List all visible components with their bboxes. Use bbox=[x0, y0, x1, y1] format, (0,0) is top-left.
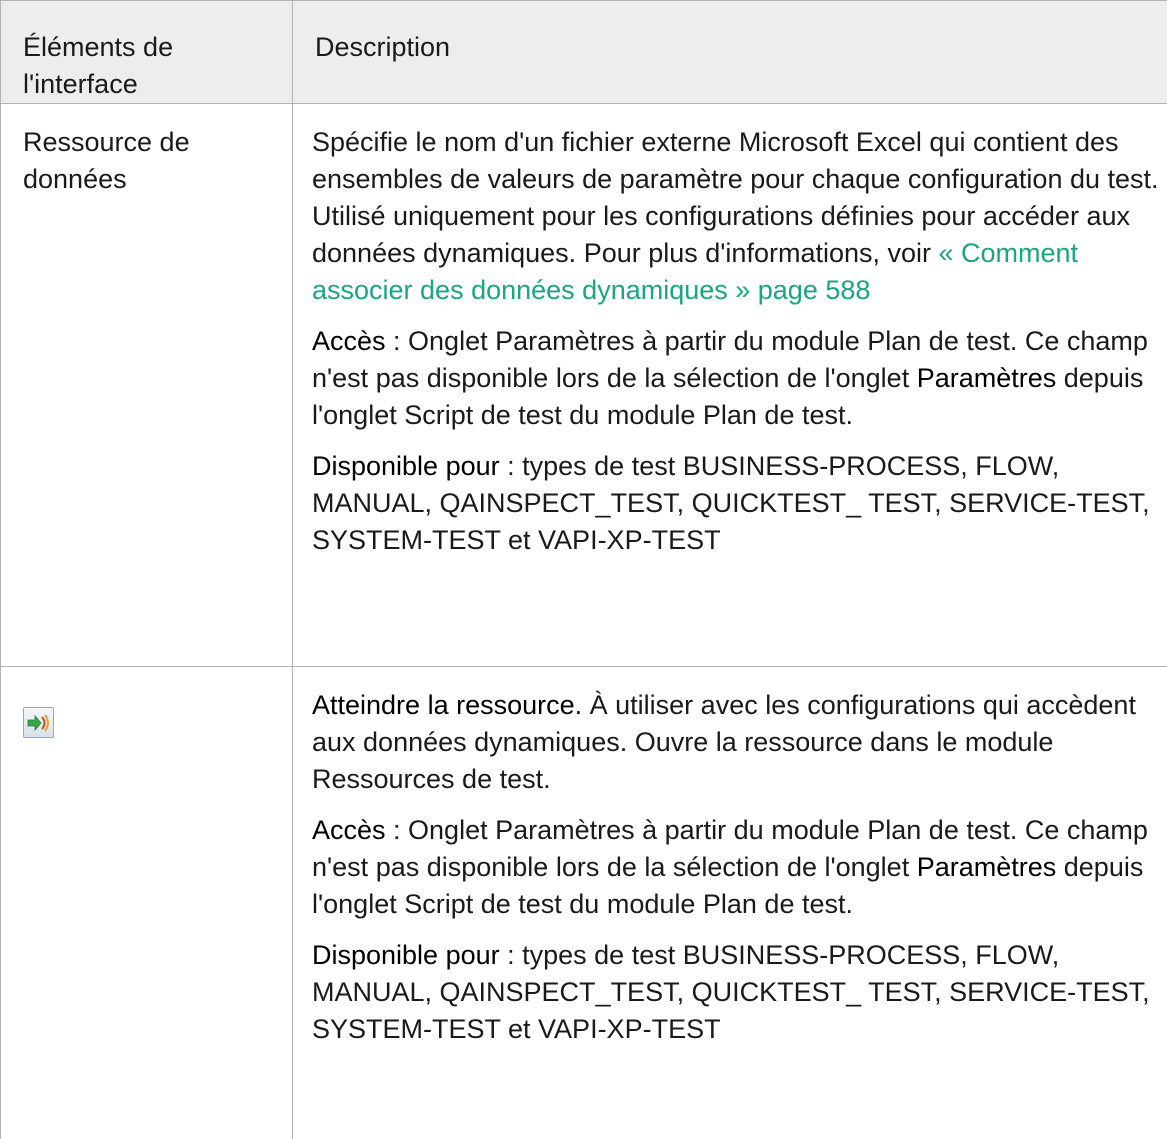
access-paragraph: Accès : Onglet Paramètres à partir du mo… bbox=[312, 812, 1159, 923]
element-name: Ressource de données bbox=[23, 127, 190, 194]
access-label: Accès bbox=[312, 815, 386, 845]
header-ui-elements: Éléments de l'interface bbox=[1, 1, 293, 104]
description-title: Atteindre la ressource. bbox=[312, 690, 582, 720]
go-to-resource-glyph bbox=[27, 712, 51, 734]
available-paragraph: Disponible pour : types de test BUSINESS… bbox=[312, 448, 1159, 559]
table-row: Atteindre la ressource. À utiliser avec … bbox=[1, 667, 1167, 1139]
access-paragraph: Accès : Onglet Paramètres à partir du mo… bbox=[312, 323, 1159, 434]
ui-elements-table: Éléments de l'interface Description Ress… bbox=[0, 0, 1167, 1139]
access-strong: Paramètres bbox=[917, 363, 1057, 393]
available-label: Disponible pour bbox=[312, 451, 500, 481]
description-intro: Atteindre la ressource. À utiliser avec … bbox=[312, 687, 1159, 798]
description-cell: Spécifie le nom d'un fichier externe Mic… bbox=[293, 104, 1167, 667]
element-icon-cell bbox=[1, 667, 293, 1139]
table-row: Ressource de données Spécifie le nom d'u… bbox=[1, 104, 1167, 667]
go-to-resource-icon[interactable] bbox=[23, 707, 54, 738]
description-intro: Spécifie le nom d'un fichier externe Mic… bbox=[312, 124, 1159, 309]
access-label: Accès bbox=[312, 326, 386, 356]
available-paragraph: Disponible pour : types de test BUSINESS… bbox=[312, 937, 1159, 1048]
element-name-cell: Ressource de données bbox=[1, 104, 293, 667]
header-description: Description bbox=[293, 1, 1167, 104]
access-strong: Paramètres bbox=[917, 852, 1057, 882]
available-label: Disponible pour bbox=[312, 940, 500, 970]
table-header-row: Éléments de l'interface Description bbox=[1, 1, 1167, 104]
description-cell: Atteindre la ressource. À utiliser avec … bbox=[293, 667, 1167, 1139]
